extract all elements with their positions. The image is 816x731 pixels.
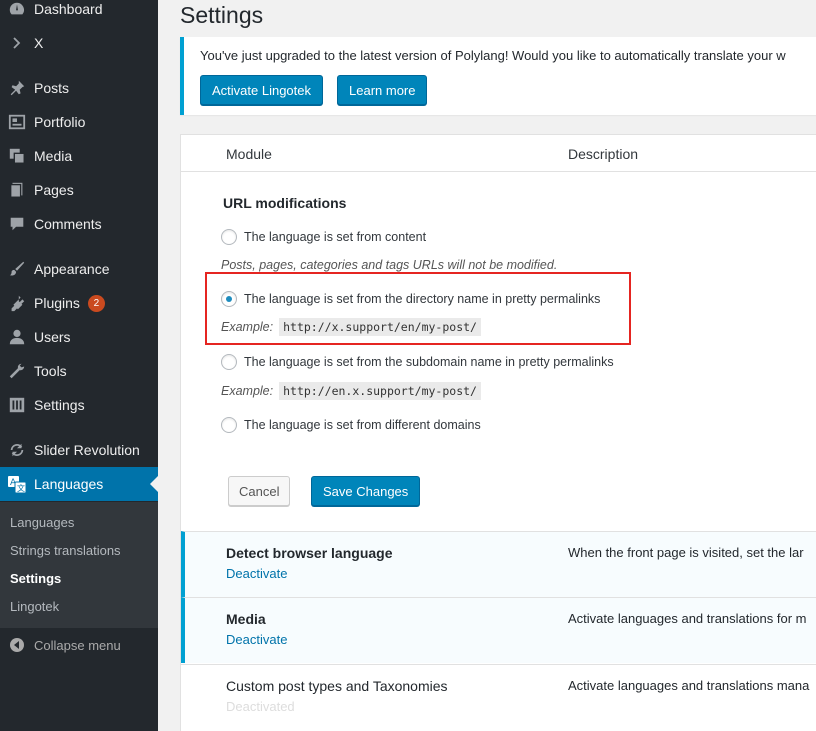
menu-pages[interactable]: Pages bbox=[0, 173, 158, 207]
example-label: Example: bbox=[221, 384, 274, 398]
collapse-icon bbox=[0, 637, 34, 653]
plugin-icon bbox=[0, 294, 34, 312]
module-name: Custom post types and Taxonomies bbox=[226, 678, 448, 694]
dashboard-icon bbox=[0, 0, 34, 18]
radio-option-domains[interactable]: The language is set from different domai… bbox=[221, 417, 481, 433]
module-row-custom-post-types: Custom post types and Taxonomies Deactiv… bbox=[181, 664, 816, 731]
translate-icon: A文 bbox=[0, 474, 34, 494]
brush-icon bbox=[0, 260, 34, 278]
menu-label: Posts bbox=[34, 80, 70, 96]
menu-portfolio[interactable]: Portfolio bbox=[0, 105, 158, 139]
modules-table: Module Description URL modifications The… bbox=[180, 134, 816, 731]
pages-icon bbox=[0, 181, 34, 199]
submenu-strings-translations[interactable]: Strings translations bbox=[10, 543, 121, 558]
notice-text: You've just upgraded to the latest versi… bbox=[200, 48, 786, 63]
portfolio-icon bbox=[0, 113, 34, 131]
wrench-icon bbox=[0, 362, 34, 380]
page-title: Settings bbox=[180, 2, 264, 28]
admin-sidebar: Dashboard X Posts Portfolio Media Pages bbox=[0, 0, 158, 731]
module-row-media: Media Deactivate Activate languages and … bbox=[181, 597, 816, 663]
languages-submenu: Languages Strings translations Settings … bbox=[0, 502, 158, 628]
update-count-badge: 2 bbox=[87, 294, 105, 312]
menu-label: Pages bbox=[34, 182, 74, 198]
module-description: Activate languages and translations mana bbox=[568, 678, 810, 693]
menu-plugins[interactable]: Plugins 2 bbox=[0, 286, 158, 320]
module-name: Media bbox=[226, 611, 266, 627]
collapse-label: Collapse menu bbox=[34, 637, 121, 653]
collapse-menu-button[interactable]: Collapse menu bbox=[0, 630, 158, 660]
menu-label: Tools bbox=[34, 363, 67, 379]
submenu-languages[interactable]: Languages bbox=[10, 515, 74, 530]
media-icon bbox=[0, 147, 34, 165]
settings-icon bbox=[0, 396, 34, 414]
radio-option-subdomain[interactable]: The language is set from the subdomain n… bbox=[221, 354, 614, 370]
module-name: Detect browser language bbox=[226, 545, 393, 561]
radio-button[interactable] bbox=[221, 417, 237, 433]
menu-languages[interactable]: A文 Languages bbox=[0, 467, 158, 501]
table-header-divider bbox=[181, 171, 816, 172]
main-content: Settings You've just upgraded to the lat… bbox=[158, 0, 816, 731]
deactivated-status: Deactivated bbox=[226, 699, 295, 714]
submenu-lingotek[interactable]: Lingotek bbox=[10, 599, 59, 614]
menu-settings[interactable]: Settings bbox=[0, 388, 158, 422]
option-subdomain-example: Example: http://en.x.support/my-post/ bbox=[221, 382, 481, 400]
pin-icon bbox=[0, 79, 34, 97]
menu-label: X bbox=[34, 35, 44, 51]
menu-comments[interactable]: Comments bbox=[0, 207, 158, 241]
column-header-module: Module bbox=[226, 146, 272, 162]
radio-label: The language is set from the subdomain n… bbox=[244, 355, 614, 369]
radio-label: The language is set from content bbox=[244, 230, 427, 244]
submenu-settings[interactable]: Settings bbox=[10, 571, 61, 586]
radio-option-content[interactable]: The language is set from content bbox=[221, 229, 426, 245]
chevron-right-icon bbox=[0, 36, 34, 50]
menu-slider-revolution[interactable]: Slider Revolution bbox=[0, 433, 158, 467]
menu-appearance[interactable]: Appearance bbox=[0, 252, 158, 286]
user-icon bbox=[0, 328, 34, 346]
option-content-description: Posts, pages, categories and tags URLs w… bbox=[221, 258, 558, 272]
menu-label: Users bbox=[34, 329, 71, 345]
module-description: When the front page is visited, set the … bbox=[568, 545, 804, 560]
example-url: http://en.x.support/my-post/ bbox=[279, 382, 481, 400]
menu-label: Plugins bbox=[34, 295, 80, 311]
url-modifications-title: URL modifications bbox=[223, 195, 347, 211]
menu-users[interactable]: Users bbox=[0, 320, 158, 354]
menu-x[interactable]: X bbox=[0, 26, 158, 60]
module-description: Activate languages and translations for … bbox=[568, 611, 807, 626]
deactivate-link[interactable]: Deactivate bbox=[226, 632, 287, 647]
menu-label: Comments bbox=[34, 216, 102, 232]
radio-button[interactable] bbox=[221, 354, 237, 370]
refresh-icon bbox=[0, 441, 34, 459]
module-row-detect-browser: Detect browser language Deactivate When … bbox=[181, 531, 816, 597]
deactivate-link[interactable]: Deactivate bbox=[226, 566, 287, 581]
svg-text:文: 文 bbox=[17, 483, 25, 493]
menu-label: Slider Revolution bbox=[34, 442, 140, 458]
highlight-annotation-box bbox=[205, 272, 631, 345]
menu-label: Appearance bbox=[34, 261, 110, 277]
menu-label: Portfolio bbox=[34, 114, 86, 130]
menu-tools[interactable]: Tools bbox=[0, 354, 158, 388]
upgrade-notice: You've just upgraded to the latest versi… bbox=[180, 37, 816, 115]
column-header-description: Description bbox=[568, 146, 639, 162]
menu-label: Languages bbox=[34, 476, 104, 492]
menu-posts[interactable]: Posts bbox=[0, 71, 158, 105]
learn-more-button[interactable]: Learn more bbox=[337, 75, 428, 105]
menu-dashboard[interactable]: Dashboard bbox=[0, 0, 158, 26]
activate-lingotek-button[interactable]: Activate Lingotek bbox=[200, 75, 324, 105]
menu-label: Settings bbox=[34, 397, 85, 413]
menu-media[interactable]: Media bbox=[0, 139, 158, 173]
save-changes-button[interactable]: Save Changes bbox=[311, 476, 421, 506]
cancel-button[interactable]: Cancel bbox=[228, 476, 291, 506]
menu-label: Dashboard bbox=[34, 1, 103, 17]
comment-icon bbox=[0, 215, 34, 233]
menu-label: Media bbox=[34, 148, 73, 164]
radio-label: The language is set from different domai… bbox=[244, 418, 481, 432]
radio-button[interactable] bbox=[221, 229, 237, 245]
